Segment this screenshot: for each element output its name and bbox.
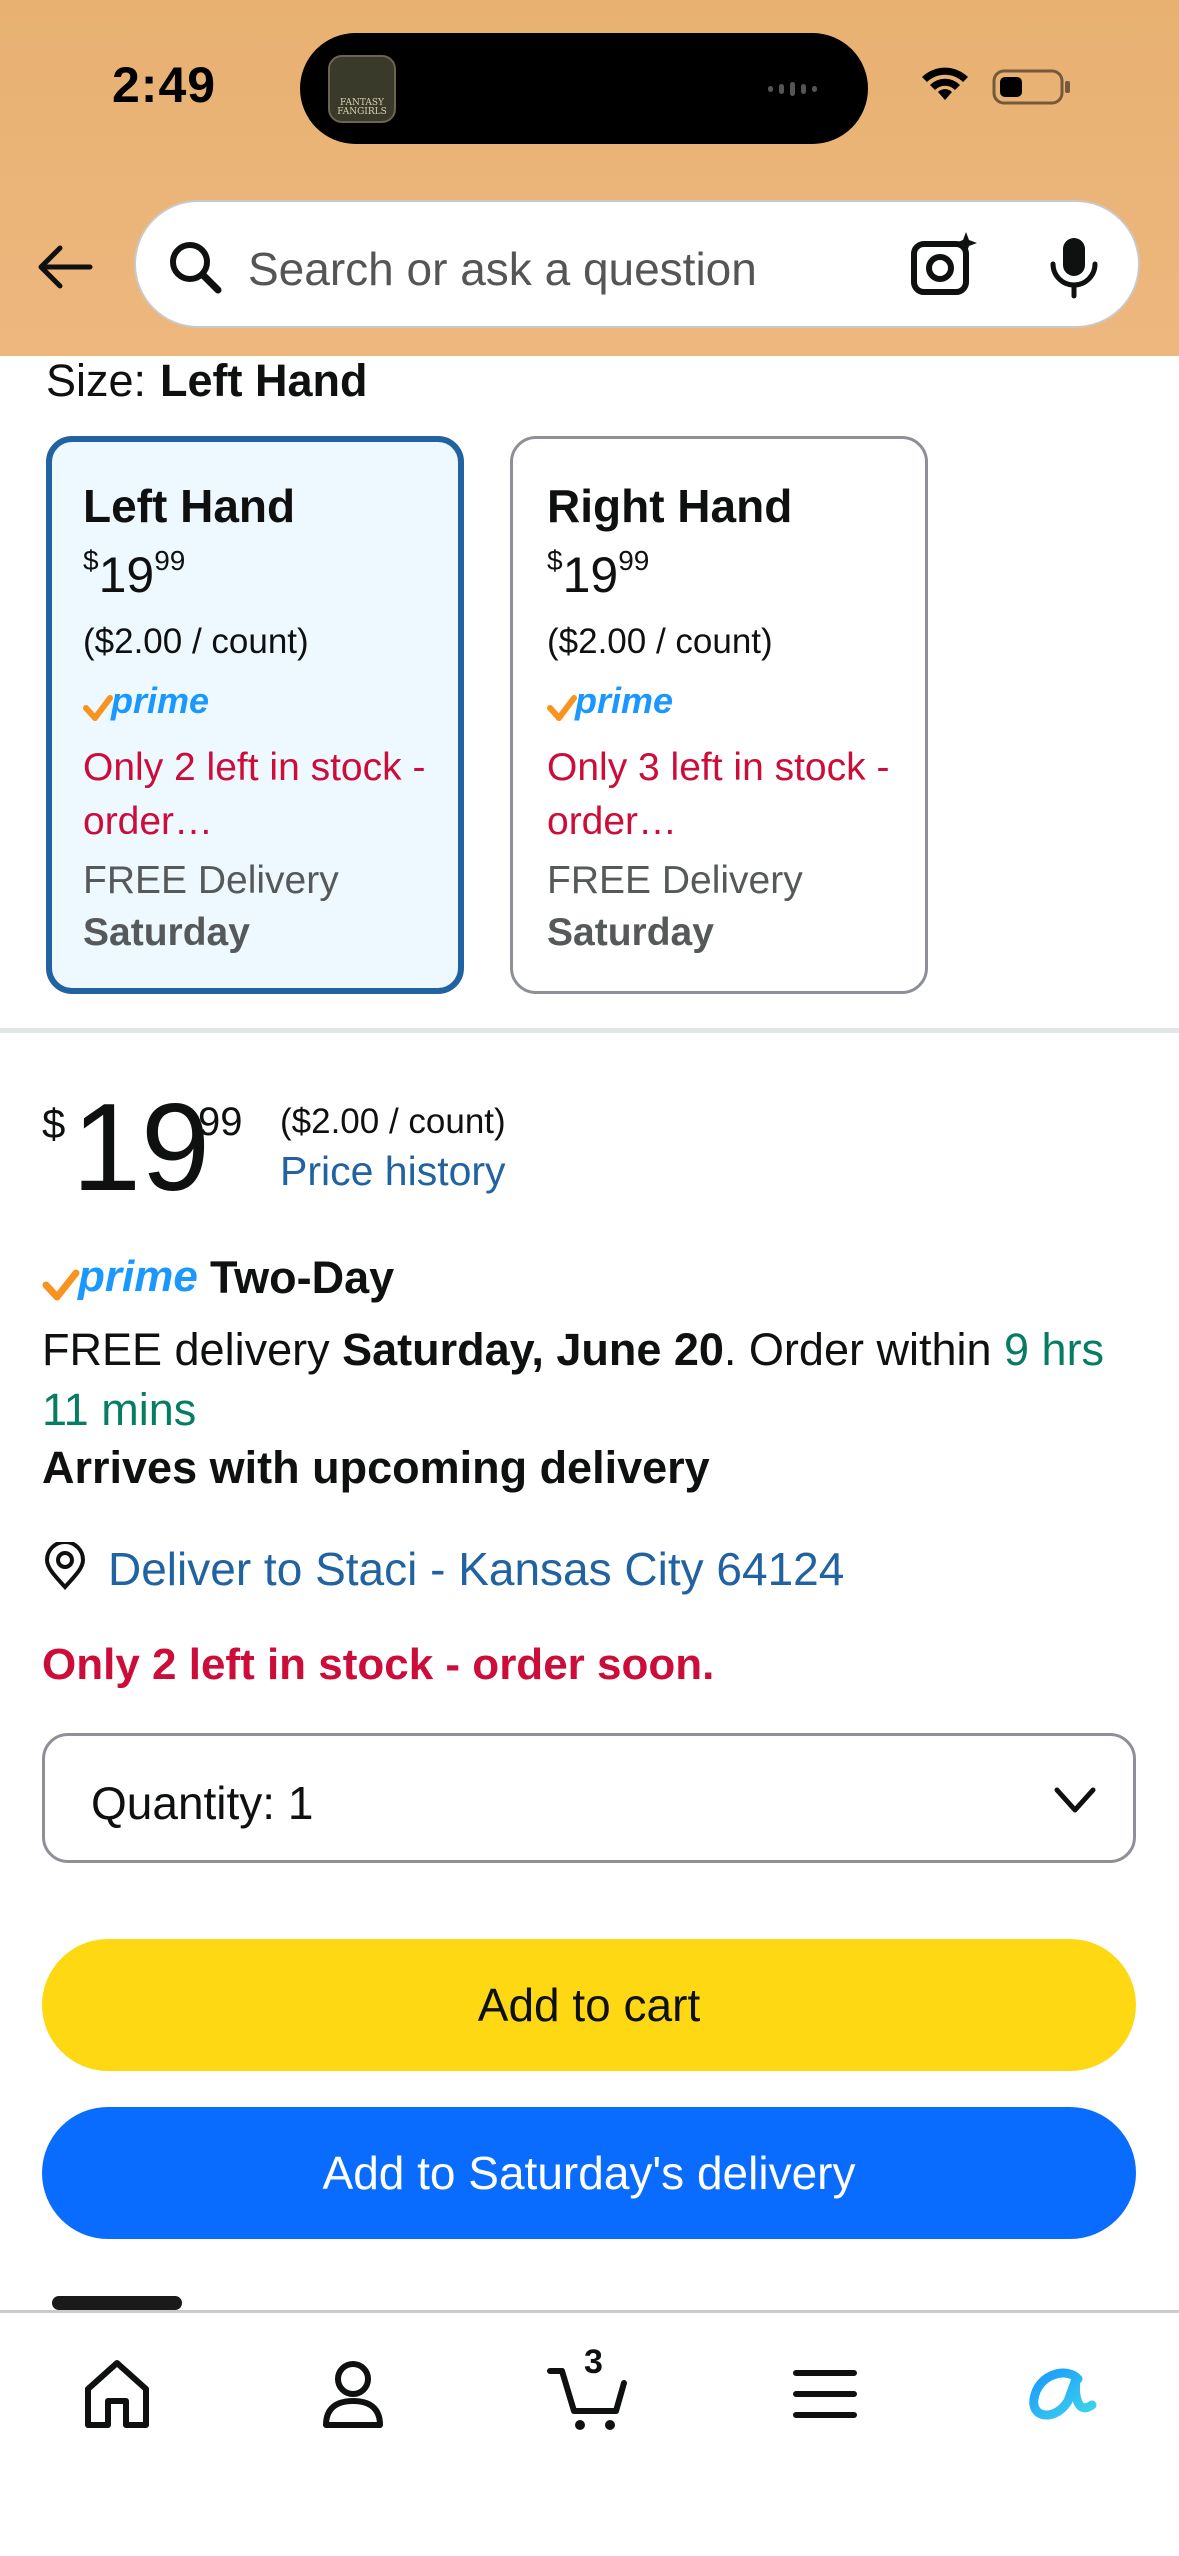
location-pin-icon [44, 1542, 86, 1590]
prime-logo: prime [83, 680, 223, 724]
audio-wave-icon [768, 80, 838, 96]
size-label: Size: [46, 355, 147, 406]
person-icon [323, 2361, 383, 2428]
add-to-cart-button[interactable]: Add to cart [42, 1939, 1136, 2071]
stock-alert: Only 2 left in stock - order soon. [42, 1640, 715, 1689]
variant-delivery: FREE Delivery Saturday [547, 859, 803, 954]
variant-stock: Only 2 left in stock - order… [83, 746, 426, 843]
variant-unit-price: ($2.00 / count) [83, 622, 309, 661]
prime-check-icon [42, 1269, 80, 1301]
camera-lens-icon[interactable] [910, 230, 980, 300]
variant-unit-price: ($2.00 / count) [547, 622, 773, 661]
prime-logo: prime [547, 680, 687, 724]
prime-two-day-label: Two-Day [210, 1252, 395, 1303]
back-arrow-icon[interactable] [34, 236, 96, 298]
deliver-to-text[interactable]: Deliver to Staci - Kansas City 64124 [108, 1542, 844, 1596]
variant-stock: Only 3 left in stock - order… [547, 746, 890, 843]
dynamic-island: FANTASY FANGIRLS [300, 33, 868, 144]
header: 2:49 FANTASY FANGIRLS Search or ask a qu… [0, 0, 1179, 356]
prime-check-icon [83, 695, 113, 721]
variant-price: $1999 [83, 545, 186, 603]
prime-check-icon [547, 695, 577, 721]
scroll-peek-bar [52, 2296, 182, 2310]
quantity-dropdown[interactable]: Quantity: 1 [42, 1733, 1136, 1863]
search-bar[interactable]: Search or ask a question [134, 200, 1140, 328]
now-playing-app-icon: FANTASY FANGIRLS [328, 55, 396, 123]
search-input[interactable]: Search or ask a question [248, 242, 757, 296]
quantity-label: Quantity: 1 [91, 1777, 314, 1829]
bottom-nav: 3 [0, 2310, 1179, 2556]
variant-price: $1999 [547, 545, 650, 603]
prime-two-day-badge: prime Two-Day [42, 1252, 442, 1308]
nav-cart[interactable]: 3 [544, 2343, 634, 2439]
variant-delivery: FREE Delivery Saturday [83, 859, 339, 954]
chevron-down-icon [1054, 1787, 1096, 1813]
cart-count-badge: 3 [584, 2343, 603, 2381]
search-icon [170, 242, 222, 294]
wifi-icon [922, 67, 968, 100]
app-icon-text: FANTASY FANGIRLS [337, 98, 387, 117]
battery-icon [992, 69, 1070, 105]
prime-word: prime [78, 1252, 198, 1301]
variant-name: Right Hand [547, 480, 793, 532]
home-icon [85, 2360, 149, 2428]
nav-menu[interactable] [780, 2349, 870, 2439]
price-history-link[interactable]: Price history [280, 1148, 506, 1195]
section-divider [0, 1028, 1179, 1033]
microphone-icon[interactable] [1046, 234, 1102, 300]
delivery-estimate: FREE delivery Saturday, June 20. Order w… [42, 1324, 1105, 1435]
price-fraction: 99 [198, 1100, 243, 1144]
variant-option-left-hand[interactable]: Left Hand $1999 ($2.00 / count) prime On… [46, 436, 464, 994]
size-selected-value: Left Hand [160, 355, 368, 406]
nav-home[interactable] [72, 2349, 162, 2439]
unit-price: ($2.00 / count) [280, 1102, 506, 1141]
upcoming-delivery-note: Arrives with upcoming delivery [42, 1442, 710, 1493]
rufus-assistant-icon [1029, 2368, 1097, 2420]
nav-rufus-assistant[interactable] [1016, 2349, 1106, 2439]
status-time: 2:49 [112, 57, 217, 113]
price-whole: 19 [72, 1079, 210, 1217]
nav-account[interactable] [308, 2349, 398, 2439]
size-selector-label: Size: Left Hand [46, 355, 368, 407]
variant-name: Left Hand [83, 480, 296, 532]
add-to-saturday-delivery-button[interactable]: Add to Saturday's delivery [42, 2107, 1136, 2239]
hamburger-menu-icon [793, 2370, 857, 2418]
quantity-value: 1 [287, 1777, 314, 1829]
price-currency: $ [42, 1100, 66, 1147]
variant-option-right-hand[interactable]: Right Hand $1999 ($2.00 / count) prime O… [510, 436, 928, 994]
